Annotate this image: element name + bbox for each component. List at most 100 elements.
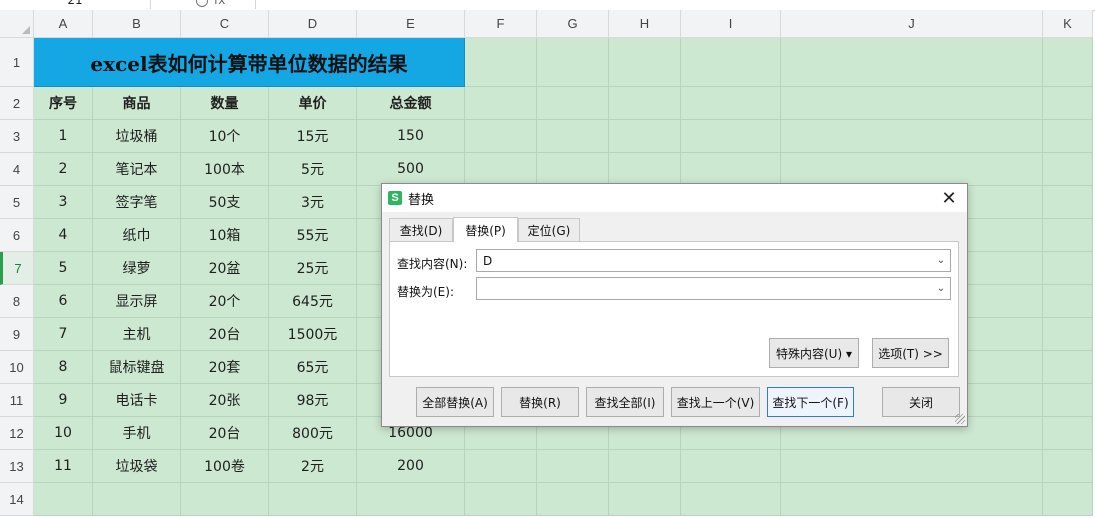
replace-all-button[interactable]: 全部替换(A) (416, 387, 494, 417)
data-cell[interactable]: 垃圾桶 (93, 120, 181, 153)
cell[interactable] (1043, 483, 1093, 516)
cell[interactable] (537, 153, 609, 186)
data-cell[interactable]: 5元 (269, 153, 357, 186)
sheet-title-cell[interactable]: excel表如何计算带单位数据的结果 (34, 38, 465, 87)
cell[interactable] (781, 450, 1043, 483)
cell[interactable] (609, 87, 681, 120)
column-title-cell[interactable]: 总金额 (357, 87, 465, 120)
data-cell[interactable]: 100本 (181, 153, 269, 186)
data-cell[interactable]: 10个 (181, 120, 269, 153)
cell[interactable] (609, 483, 681, 516)
data-cell[interactable]: 电话卡 (93, 384, 181, 417)
cell[interactable] (781, 483, 1043, 516)
data-cell[interactable]: 绿萝 (93, 252, 181, 285)
tab-find[interactable]: 查找(D) (389, 218, 453, 242)
data-cell[interactable]: 100卷 (181, 450, 269, 483)
close-button[interactable]: 关闭 (882, 387, 960, 417)
data-cell[interactable]: 3元 (269, 186, 357, 219)
cell[interactable] (1043, 450, 1093, 483)
cell[interactable] (1043, 153, 1093, 186)
data-cell[interactable]: 1500元 (269, 318, 357, 351)
cell[interactable] (465, 153, 537, 186)
row-header-4[interactable]: 4 (0, 153, 34, 186)
cell[interactable] (537, 38, 609, 87)
cell[interactable] (93, 483, 181, 516)
data-cell[interactable]: 10箱 (181, 219, 269, 252)
column-title-cell[interactable]: 数量 (181, 87, 269, 120)
cell[interactable] (609, 38, 681, 87)
cell[interactable] (1043, 318, 1093, 351)
column-header-I[interactable]: I (681, 10, 781, 38)
data-cell[interactable]: 鼠标键盘 (93, 351, 181, 384)
data-cell[interactable]: 20盆 (181, 252, 269, 285)
data-cell[interactable]: 纸巾 (93, 219, 181, 252)
name-box[interactable]: 21 (0, 0, 151, 9)
data-cell[interactable]: 笔记本 (93, 153, 181, 186)
cell[interactable] (681, 120, 781, 153)
row-header-5[interactable]: 5 (0, 186, 34, 219)
cell[interactable] (537, 483, 609, 516)
row-header-12[interactable]: 12 (0, 417, 34, 450)
data-cell[interactable]: 800元 (269, 417, 357, 450)
cell[interactable] (1043, 417, 1093, 450)
cell[interactable] (357, 483, 465, 516)
cell[interactable] (1043, 252, 1093, 285)
dialog-titlebar[interactable]: S 替换 ✕ (382, 184, 967, 212)
cell[interactable] (781, 153, 1043, 186)
data-cell[interactable]: 20个 (181, 285, 269, 318)
data-cell[interactable]: 645元 (269, 285, 357, 318)
chevron-down-icon[interactable]: ⌄ (932, 283, 950, 294)
column-title-cell[interactable]: 序号 (34, 87, 93, 120)
cell[interactable] (781, 87, 1043, 120)
replace-input[interactable]: ⌄ (476, 277, 951, 300)
column-header-J[interactable]: J (781, 10, 1043, 38)
cell[interactable] (681, 38, 781, 87)
cell[interactable] (465, 483, 537, 516)
row-header-11[interactable]: 11 (0, 384, 34, 417)
column-header-D[interactable]: D (269, 10, 357, 38)
cell[interactable] (1043, 351, 1093, 384)
cell[interactable] (681, 483, 781, 516)
cell[interactable] (537, 87, 609, 120)
cell[interactable] (1043, 285, 1093, 318)
data-cell[interactable]: 20台 (181, 318, 269, 351)
data-cell[interactable]: 10 (34, 417, 93, 450)
cell[interactable] (465, 450, 537, 483)
data-cell[interactable]: 5 (34, 252, 93, 285)
row-header-14[interactable]: 14 (0, 483, 34, 516)
data-cell[interactable]: 98元 (269, 384, 357, 417)
cell[interactable] (181, 483, 269, 516)
data-cell[interactable]: 2元 (269, 450, 357, 483)
data-cell[interactable]: 55元 (269, 219, 357, 252)
options-button[interactable]: 选项(T) >> (872, 338, 949, 368)
data-cell[interactable]: 15元 (269, 120, 357, 153)
cell[interactable] (34, 483, 93, 516)
cell[interactable] (1043, 384, 1093, 417)
resize-grip[interactable] (955, 414, 965, 424)
column-header-F[interactable]: F (465, 10, 537, 38)
column-title-cell[interactable]: 单价 (269, 87, 357, 120)
data-cell[interactable]: 200 (357, 450, 465, 483)
cell[interactable] (465, 120, 537, 153)
cell[interactable] (681, 153, 781, 186)
column-title-cell[interactable]: 商品 (93, 87, 181, 120)
data-cell[interactable]: 主机 (93, 318, 181, 351)
data-cell[interactable]: 3 (34, 186, 93, 219)
cell[interactable] (609, 450, 681, 483)
data-cell[interactable]: 11 (34, 450, 93, 483)
data-cell[interactable]: 手机 (93, 417, 181, 450)
cell[interactable] (1043, 87, 1093, 120)
cell[interactable] (465, 38, 537, 87)
data-cell[interactable]: 1 (34, 120, 93, 153)
cell[interactable] (465, 87, 537, 120)
data-cell[interactable]: 6 (34, 285, 93, 318)
find-previous-button[interactable]: 查找上一个(V) (671, 387, 760, 417)
cell[interactable] (1043, 38, 1093, 87)
row-header-2[interactable]: 2 (0, 87, 34, 120)
tab-goto[interactable]: 定位(G) (518, 218, 580, 242)
data-cell[interactable]: 7 (34, 318, 93, 351)
fx-icon[interactable]: fx (214, 0, 225, 7)
row-header-7[interactable]: 7 (0, 252, 34, 285)
column-header-A[interactable]: A (34, 10, 93, 38)
data-cell[interactable]: 8 (34, 351, 93, 384)
